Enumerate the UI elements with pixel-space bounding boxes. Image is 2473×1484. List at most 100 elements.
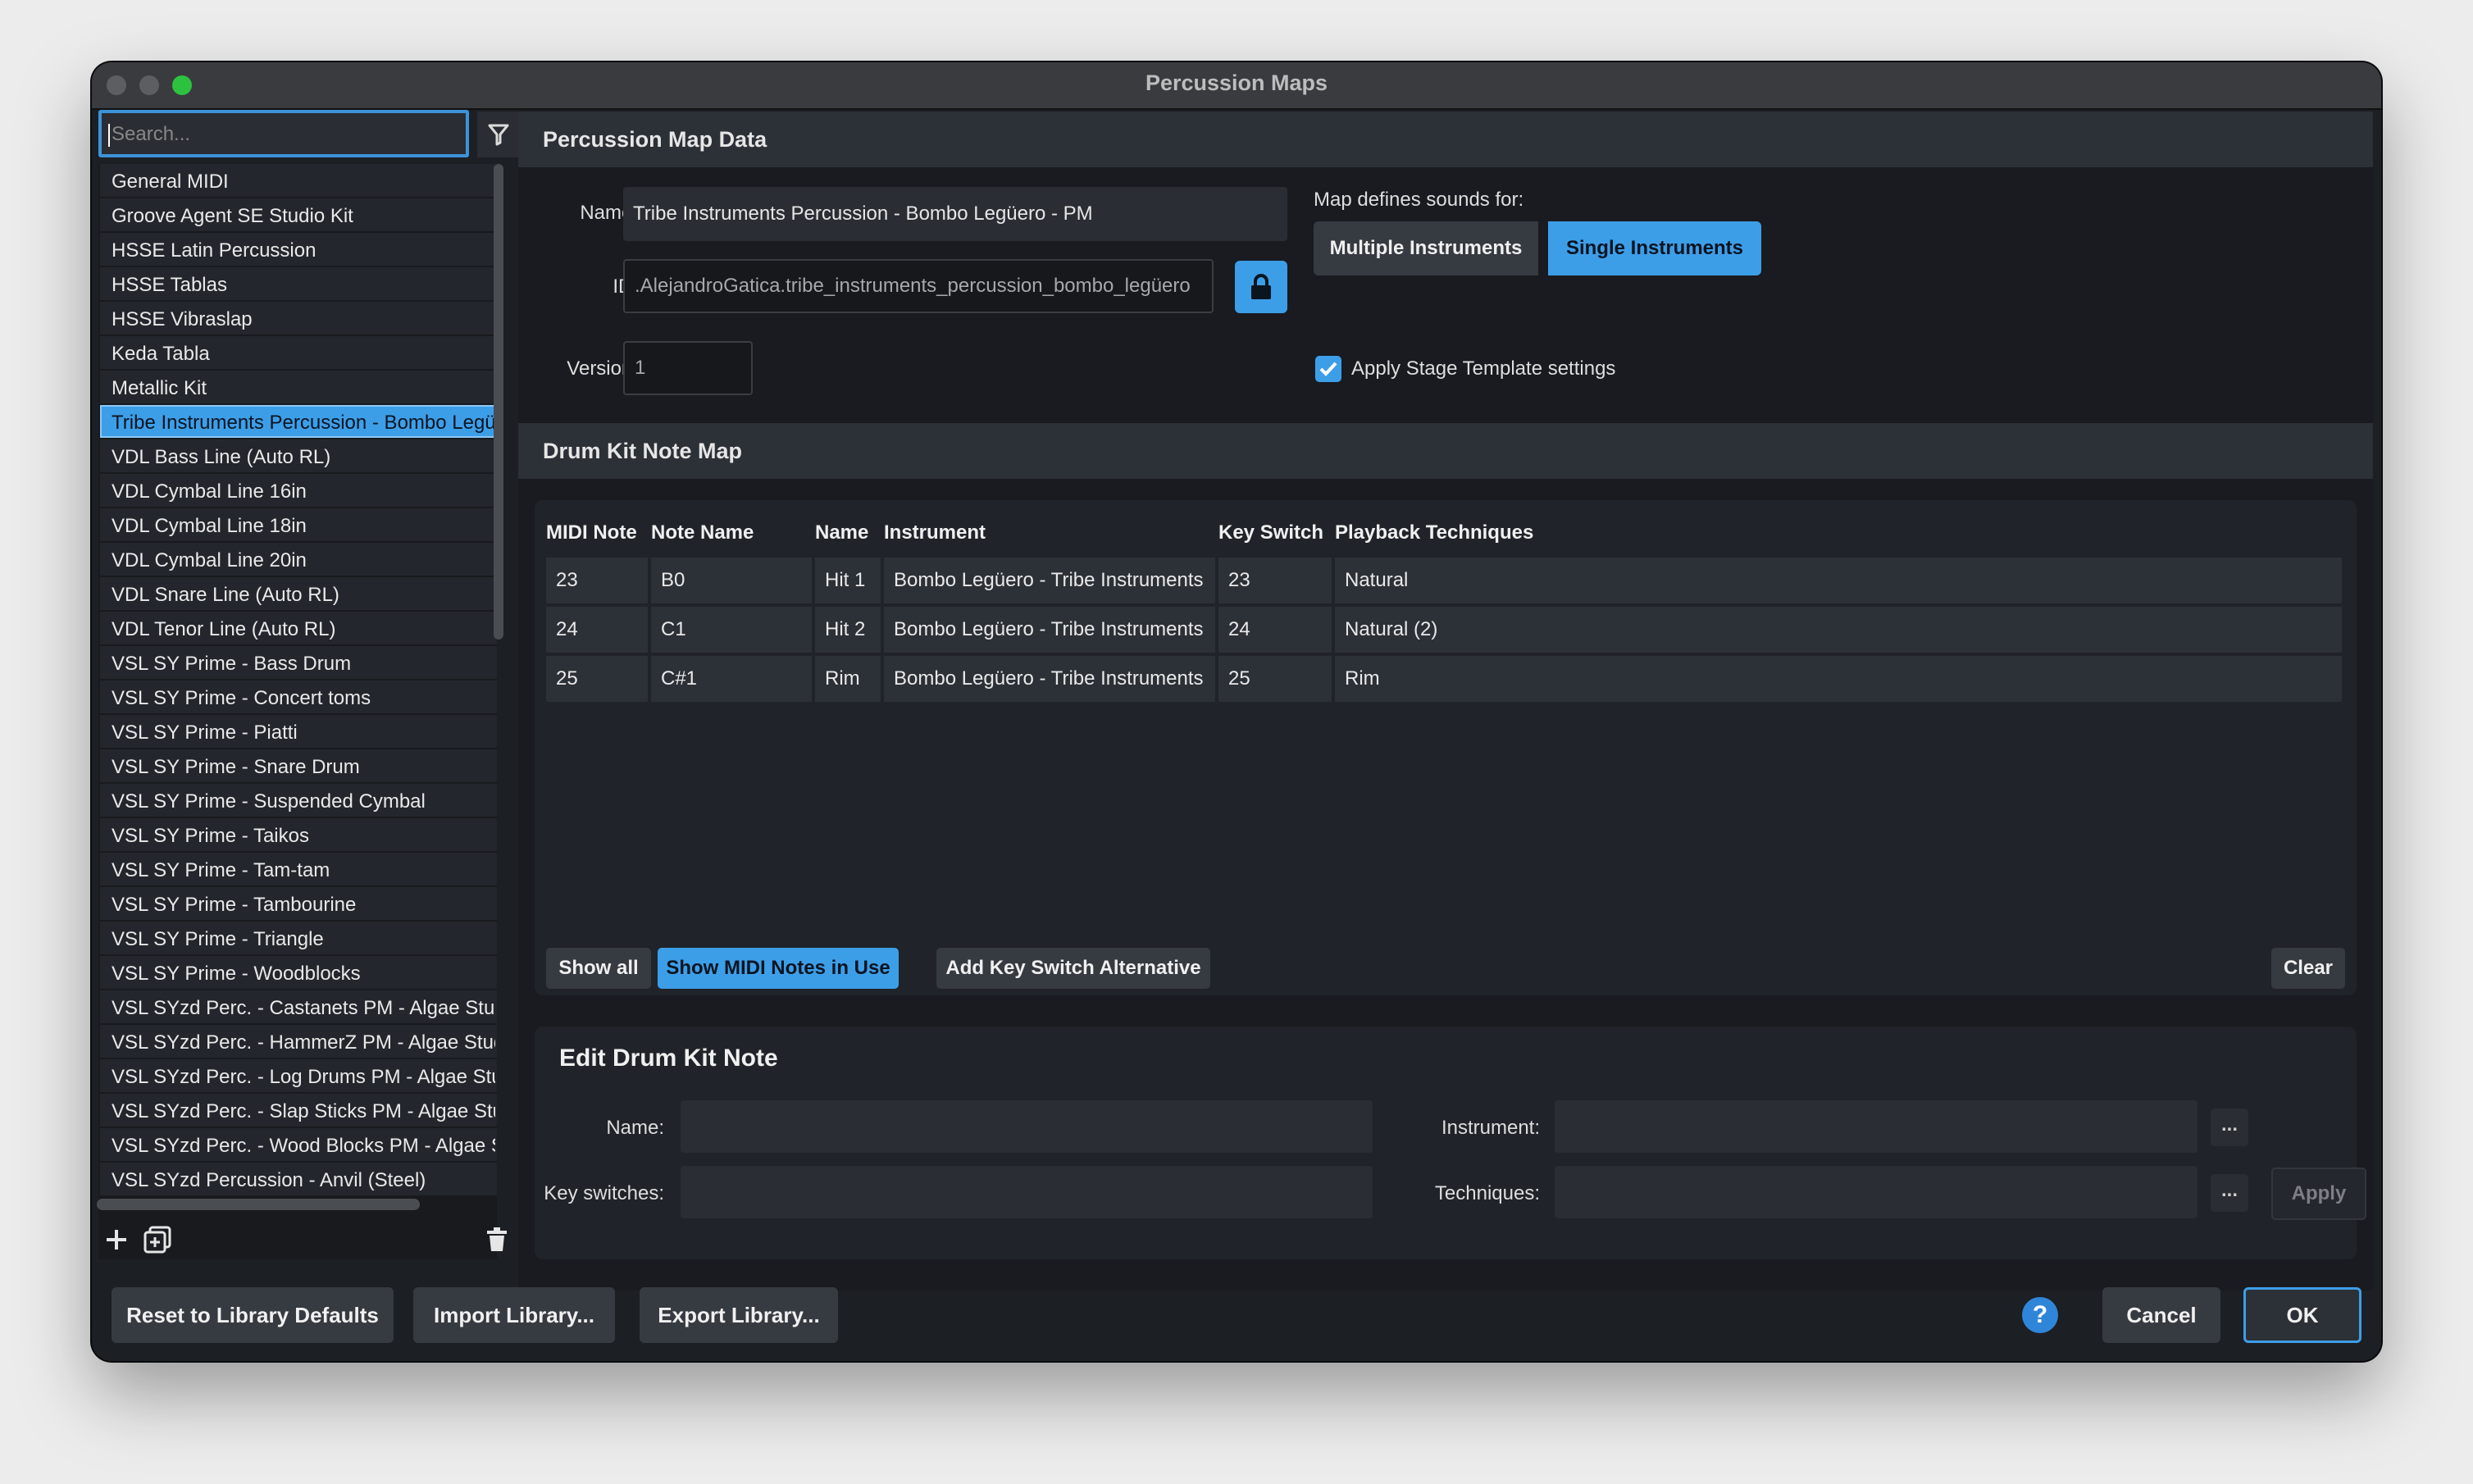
list-item[interactable]: VSL SY Prime - Tambourine <box>100 887 497 920</box>
list-horizontal-scrollbar[interactable] <box>97 1199 420 1210</box>
table-cell[interactable]: B0 <box>651 558 812 603</box>
clear-button[interactable]: Clear <box>2271 948 2345 989</box>
map-id-field[interactable]: .AlejandroGatica.tribe_instruments_percu… <box>623 259 1214 313</box>
instrument-label: Instrument: <box>1441 1117 1540 1139</box>
filter-button[interactable] <box>477 112 520 157</box>
percussion-map-list[interactable]: General MIDI Groove Agent SE Studio Kit HS… <box>98 164 497 1259</box>
instrument-picker-button[interactable]: ... <box>2211 1108 2248 1146</box>
table-cell[interactable]: 23 <box>1218 558 1332 603</box>
list-item[interactable]: VSL SYzd Perc. - Log Drums PM - Algae St… <box>100 1059 497 1092</box>
apply-stage-checkbox[interactable] <box>1315 356 1341 382</box>
apply-button[interactable]: Apply <box>2271 1168 2366 1220</box>
search-input[interactable]: Search... <box>98 110 469 157</box>
version-field[interactable]: 1 <box>623 341 753 395</box>
table-cell[interactable]: Bombo Legüero - Tribe Instruments <box>884 558 1215 603</box>
table-cell[interactable]: Rim <box>815 656 881 702</box>
list-item[interactable]: VSL SY Prime - Snare Drum <box>100 749 497 782</box>
list-item[interactable]: VSL SYzd Percussion - Anvil (Steel) <box>100 1163 497 1195</box>
table-cell[interactable]: Hit 1 <box>815 558 881 603</box>
search-placeholder: Search... <box>112 123 191 145</box>
duplicate-icon <box>143 1226 171 1254</box>
table-cell[interactable]: Bombo Legüero - Tribe Instruments <box>884 607 1215 653</box>
list-item[interactable]: VDL Cymbal Line 16in <box>100 474 497 507</box>
list-item[interactable]: VSL SYzd Perc. - Slap Sticks PM - Algae … <box>100 1094 497 1127</box>
table-cell[interactable]: 24 <box>546 607 648 653</box>
map-name-field[interactable]: Tribe Instruments Percussion - Bombo Leg… <box>623 187 1287 241</box>
lock-id-button[interactable] <box>1235 261 1287 313</box>
table-cell[interactable]: C#1 <box>651 656 812 702</box>
col-key-switch[interactable]: Key Switch <box>1218 521 1323 544</box>
list-item[interactable]: VDL Bass Line (Auto RL) <box>100 439 497 472</box>
list-item[interactable]: VSL SY Prime - Triangle <box>100 922 497 954</box>
drum-note-table: MIDI Note Note Name Name Instrument Key … <box>535 500 2357 995</box>
single-instruments-option[interactable]: Single Instruments <box>1548 221 1761 275</box>
table-row[interactable]: 24 C1 Hit 2 Bombo Legüero - Tribe Instrumen… <box>546 607 2342 653</box>
show-all-button[interactable]: Show all <box>546 948 651 989</box>
list-toolbar <box>98 1220 525 1259</box>
show-midi-notes-button[interactable]: Show MIDI Notes in Use <box>658 948 899 989</box>
table-cell[interactable]: 23 <box>546 558 648 603</box>
techniques-input[interactable] <box>1555 1166 2197 1218</box>
list-item[interactable]: Groove Agent SE Studio Kit <box>100 198 497 231</box>
list-item[interactable]: VSL SYzd Perc. - Castanets PM - Algae St… <box>100 990 497 1023</box>
help-icon[interactable]: ? <box>2022 1297 2058 1333</box>
reset-library-button[interactable]: Reset to Library Defaults <box>112 1287 394 1343</box>
list-item[interactable]: Metallic Kit <box>100 371 497 403</box>
col-name[interactable]: Name <box>815 521 868 544</box>
list-item[interactable]: Tribe Instruments Percussion - Bombo Leg… <box>100 405 497 438</box>
table-row[interactable]: 25 C#1 Rim Bombo Legüero - Tribe Instrument… <box>546 656 2342 702</box>
list-item[interactable]: Keda Tabla <box>100 336 497 369</box>
table-cell[interactable]: Bombo Legüero - Tribe Instruments <box>884 656 1215 702</box>
list-item[interactable]: HSSE Latin Percussion <box>100 233 497 266</box>
add-key-switch-button[interactable]: Add Key Switch Alternative <box>936 948 1210 989</box>
delete-map-button[interactable] <box>480 1223 513 1256</box>
list-item[interactable]: VSL SY Prime - Bass Drum <box>100 646 497 679</box>
table-cell[interactable]: C1 <box>651 607 812 653</box>
list-item[interactable]: VSL SY Prime - Tam-tam <box>100 853 497 885</box>
list-item[interactable]: VSL SY Prime - Taikos <box>100 818 497 851</box>
table-row[interactable]: 23 B0 Hit 1 Bombo Legüero - Tribe Instrumen… <box>546 558 2342 603</box>
ok-button[interactable]: OK <box>2243 1287 2361 1343</box>
table-cell[interactable]: 25 <box>546 656 648 702</box>
list-item[interactable]: VSL SYzd Perc. - Wood Blocks PM - Algae … <box>100 1128 497 1161</box>
list-item[interactable]: VSL SYzd Perc. - HammerZ PM - Algae Stud… <box>100 1025 497 1058</box>
list-item[interactable]: General MIDI <box>100 164 497 197</box>
list-item[interactable]: VDL Snare Line (Auto RL) <box>100 577 497 610</box>
checkmark-icon <box>1319 362 1337 376</box>
table-cell[interactable]: 24 <box>1218 607 1332 653</box>
export-library-button[interactable]: Export Library... <box>640 1287 838 1343</box>
list-item[interactable]: VSL SY Prime - Piatti <box>100 715 497 748</box>
list-item[interactable]: VDL Tenor Line (Auto RL) <box>100 612 497 644</box>
list-item[interactable]: VDL Cymbal Line 20in <box>100 543 497 576</box>
edit-drum-kit-note-panel: Edit Drum Kit Note Name: Instrument: ...… <box>535 1027 2366 1259</box>
list-item[interactable]: VDL Cymbal Line 18in <box>100 508 497 541</box>
add-map-button[interactable] <box>100 1223 133 1256</box>
key-switches-input[interactable] <box>681 1166 1373 1218</box>
cancel-button[interactable]: Cancel <box>2102 1287 2220 1343</box>
col-note-name[interactable]: Note Name <box>651 521 754 544</box>
techniques-picker-button[interactable]: ... <box>2211 1174 2248 1212</box>
list-item[interactable]: HSSE Vibraslap <box>100 302 497 335</box>
list-item[interactable]: HSSE Tablas <box>100 267 497 300</box>
multiple-instruments-option[interactable]: Multiple Instruments <box>1314 221 1538 275</box>
lock-icon <box>1251 274 1271 299</box>
list-vertical-scrollbar[interactable] <box>494 164 503 640</box>
list-item[interactable]: VSL SY Prime - Concert toms <box>100 681 497 713</box>
note-name-input[interactable] <box>681 1100 1373 1153</box>
table-cell[interactable]: Hit 2 <box>815 607 881 653</box>
table-cell[interactable]: 25 <box>1218 656 1332 702</box>
table-cell[interactable]: Rim <box>1335 656 2342 702</box>
instrument-input[interactable] <box>1555 1100 2197 1153</box>
col-instrument[interactable]: Instrument <box>884 521 986 544</box>
list-item[interactable]: VSL SY Prime - Woodblocks <box>100 956 497 989</box>
title-bar: Percussion Maps <box>92 62 2381 110</box>
duplicate-map-button[interactable] <box>141 1223 174 1256</box>
col-midi-note[interactable]: MIDI Note <box>546 521 637 544</box>
import-library-button[interactable]: Import Library... <box>413 1287 615 1343</box>
text-caret <box>108 123 110 147</box>
table-cell[interactable]: Natural (2) <box>1335 607 2342 653</box>
table-cell[interactable]: Natural <box>1335 558 2342 603</box>
col-playback-techniques[interactable]: Playback Techniques <box>1335 521 1533 544</box>
percussion-maps-dialog: Percussion Maps Search... General MIDI Gr… <box>92 62 2381 1361</box>
list-item[interactable]: VSL SY Prime - Suspended Cymbal <box>100 784 497 817</box>
